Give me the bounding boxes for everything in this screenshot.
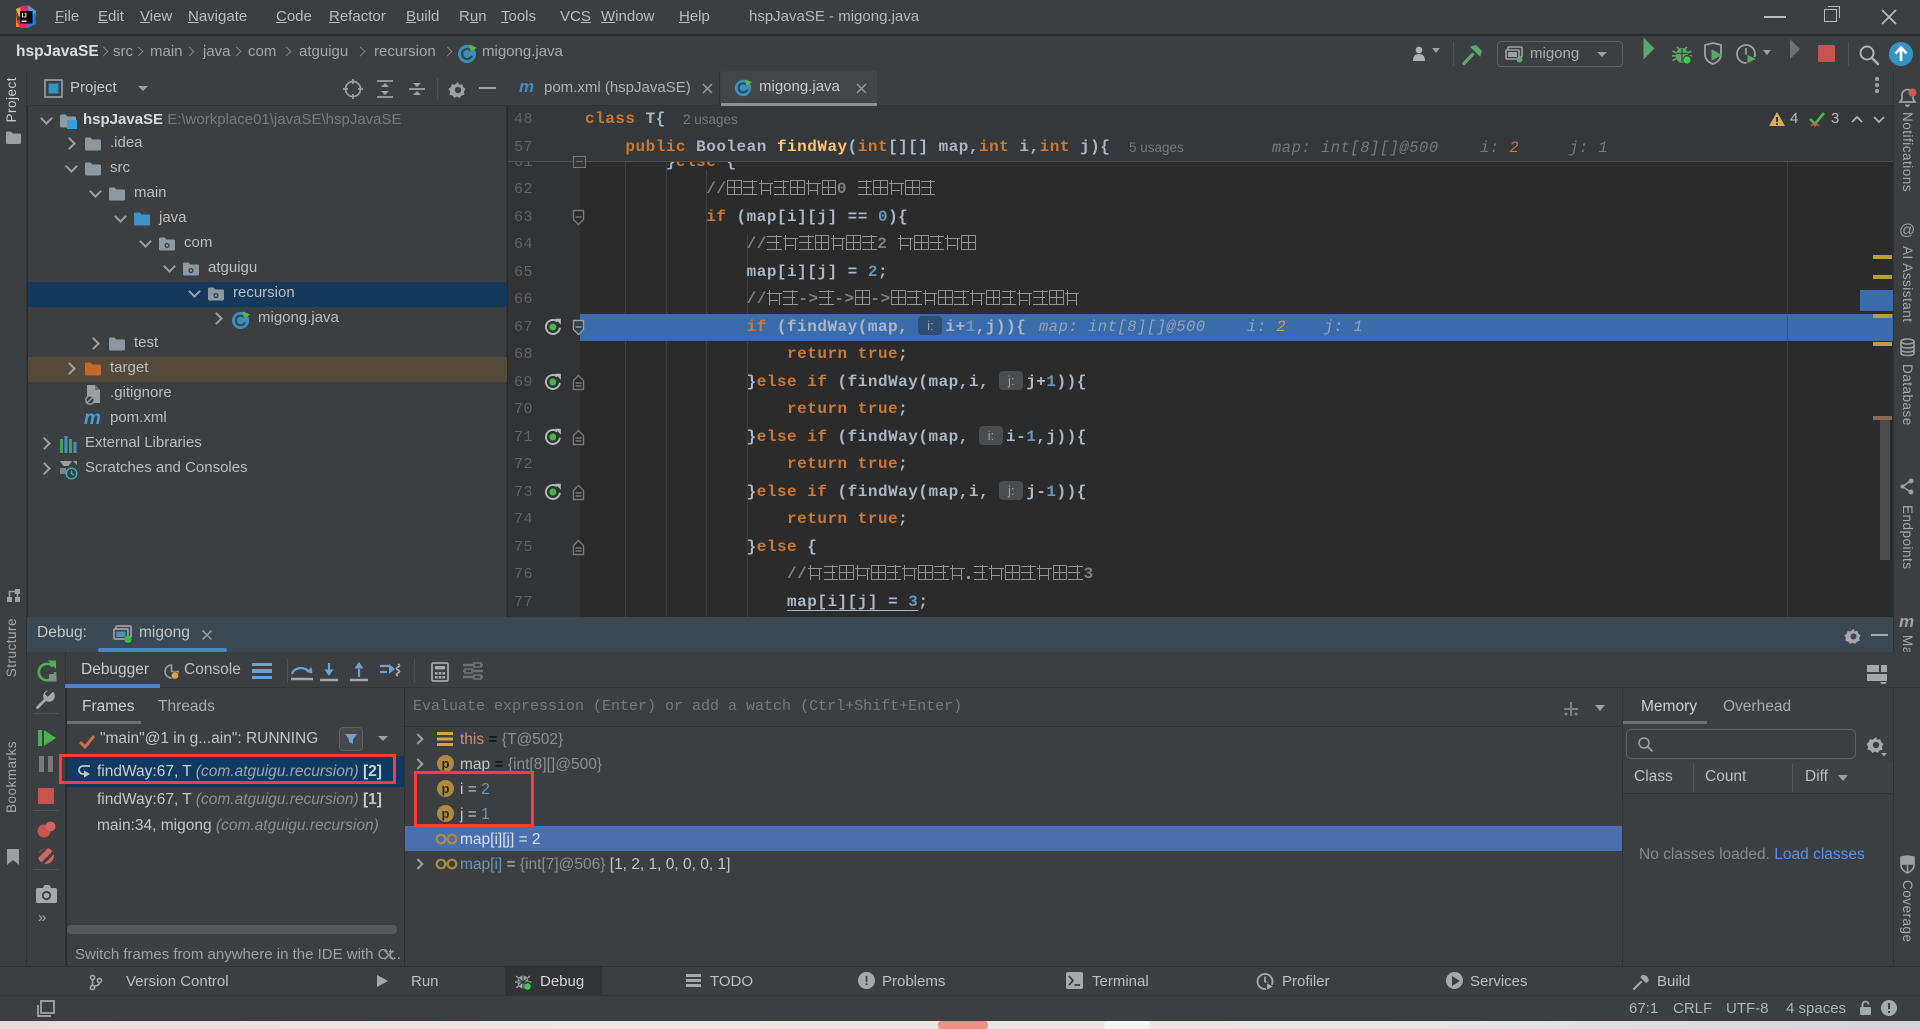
svg-text:IJ: IJ — [22, 13, 28, 20]
